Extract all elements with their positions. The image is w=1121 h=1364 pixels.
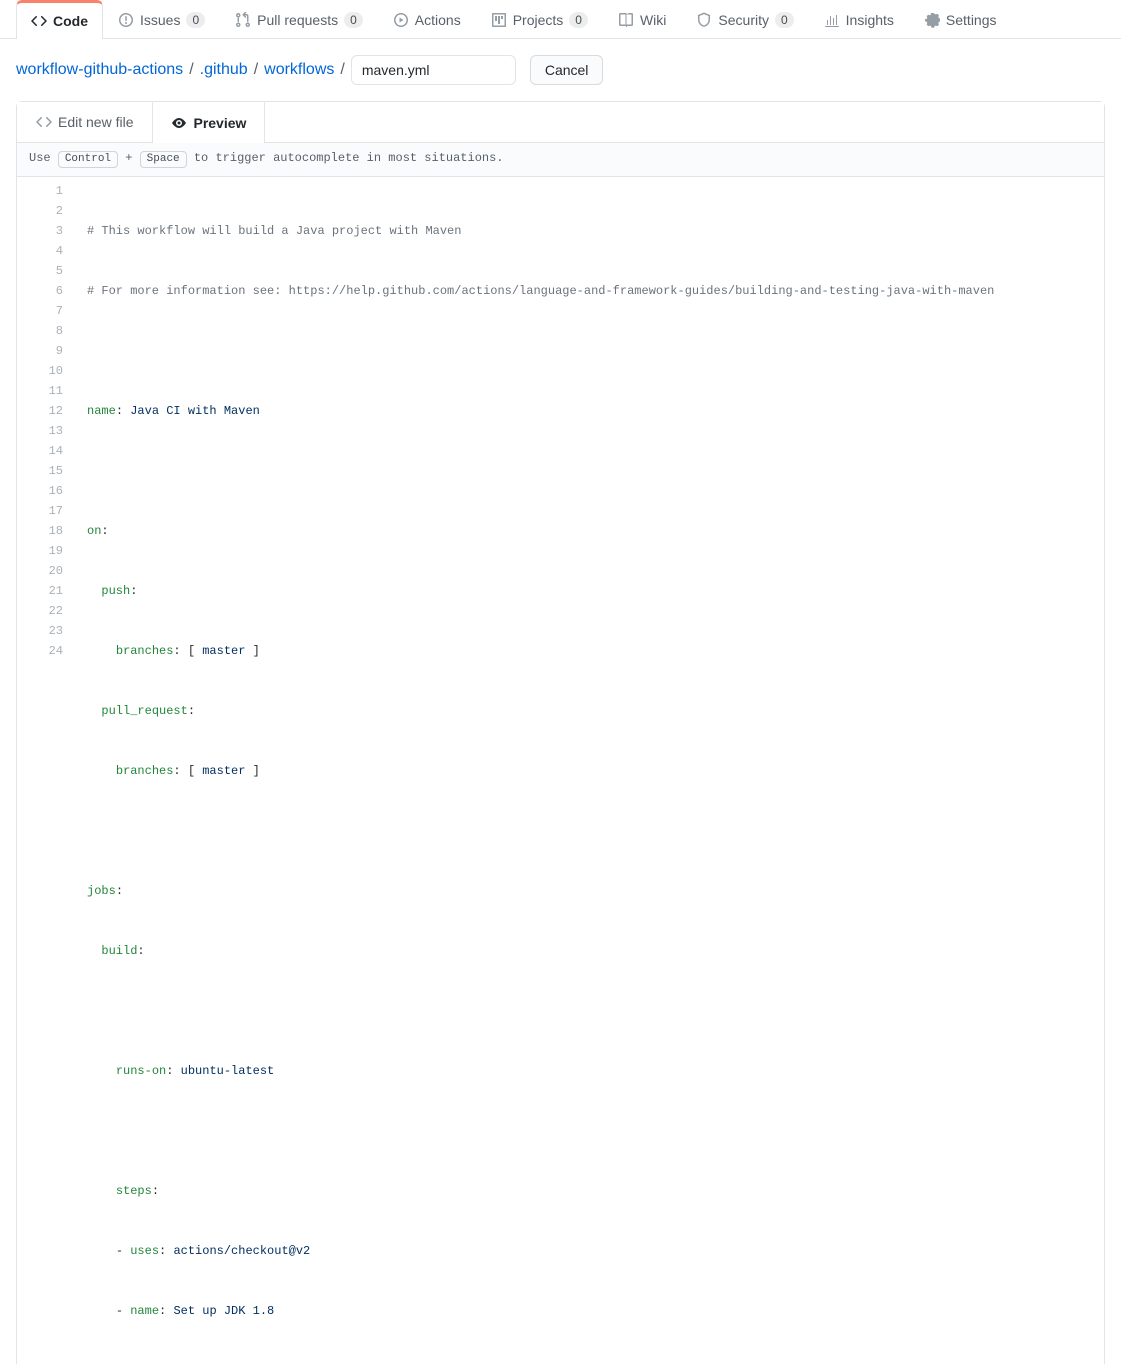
breadcrumb-sep: / — [189, 61, 193, 79]
breadcrumb-repo[interactable]: workflow-github-actions — [16, 61, 183, 79]
issues-counter: 0 — [186, 12, 205, 28]
projects-counter: 0 — [569, 12, 588, 28]
filename-input[interactable] — [351, 55, 516, 85]
tab-settings-label: Settings — [946, 12, 997, 28]
tab-actions[interactable]: Actions — [378, 0, 476, 38]
code-editor[interactable]: 123456789101112131415161718192021222324 … — [17, 177, 1104, 1364]
tab-code[interactable]: Code — [16, 0, 103, 39]
tab-wiki-label: Wiki — [640, 12, 666, 28]
code-icon — [36, 114, 52, 130]
breadcrumb-sep: / — [340, 61, 344, 79]
tab-security[interactable]: Security 0 — [681, 0, 808, 38]
tab-pulls[interactable]: Pull requests 0 — [220, 0, 378, 38]
breadcrumb-sep: / — [254, 61, 258, 79]
shield-icon — [696, 12, 712, 28]
file-tab-edit[interactable]: Edit new file — [17, 102, 152, 142]
tab-code-label: Code — [53, 13, 88, 29]
code-icon — [31, 13, 47, 29]
gear-icon — [924, 12, 940, 28]
repo-tabnav: Code Issues 0 Pull requests 0 Actions Pr… — [0, 0, 1121, 39]
security-counter: 0 — [775, 12, 794, 28]
autocomplete-hint: Use Control + Space to trigger autocompl… — [17, 143, 1104, 177]
tab-actions-label: Actions — [415, 12, 461, 28]
pulls-counter: 0 — [344, 12, 363, 28]
eye-icon — [171, 115, 187, 131]
breadcrumb: workflow-github-actions / .github / work… — [0, 39, 1121, 101]
line-numbers: 123456789101112131415161718192021222324 — [17, 177, 77, 1364]
tab-insights[interactable]: Insights — [809, 0, 909, 38]
tab-settings[interactable]: Settings — [909, 0, 1012, 38]
book-icon — [618, 12, 634, 28]
cancel-button[interactable]: Cancel — [530, 55, 604, 85]
tab-insights-label: Insights — [846, 12, 894, 28]
breadcrumb-dir2[interactable]: workflows — [264, 61, 334, 79]
file-tabs: Edit new file Preview — [17, 102, 1104, 143]
tab-issues-label: Issues — [140, 12, 180, 28]
file-tab-preview-label: Preview — [193, 115, 246, 131]
tab-issues[interactable]: Issues 0 — [103, 0, 220, 38]
file-tab-preview[interactable]: Preview — [152, 102, 265, 143]
graph-icon — [824, 12, 840, 28]
tab-projects-label: Projects — [513, 12, 564, 28]
file-editor-box: Edit new file Preview Use Control + Spac… — [16, 101, 1105, 1364]
tab-wiki[interactable]: Wiki — [603, 0, 681, 38]
issues-icon — [118, 12, 134, 28]
key-space: Space — [140, 151, 187, 168]
breadcrumb-dir1[interactable]: .github — [200, 61, 248, 79]
tab-projects[interactable]: Projects 0 — [476, 0, 603, 38]
code-content[interactable]: # This workflow will build a Java projec… — [77, 177, 1104, 1364]
key-control: Control — [58, 151, 118, 168]
play-icon — [393, 12, 409, 28]
file-tab-edit-label: Edit new file — [58, 114, 133, 130]
tab-pulls-label: Pull requests — [257, 12, 338, 28]
project-icon — [491, 12, 507, 28]
tab-security-label: Security — [718, 12, 769, 28]
git-pull-request-icon — [235, 12, 251, 28]
